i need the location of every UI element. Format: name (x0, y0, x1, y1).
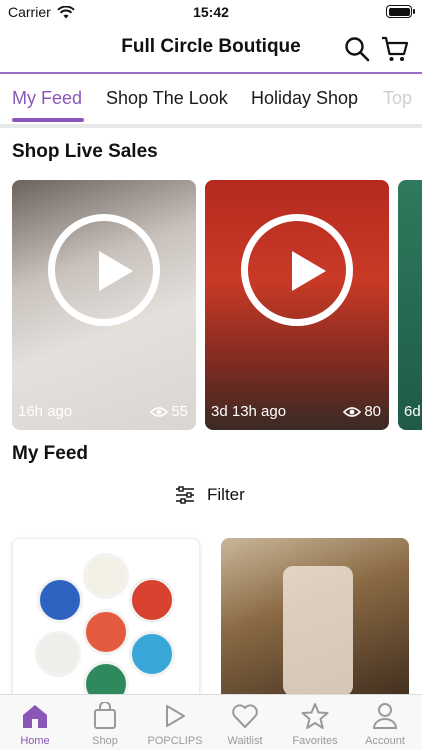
feed-item[interactable] (221, 538, 409, 708)
filter-button[interactable]: Filter (175, 485, 245, 505)
nav-label: Favorites (292, 735, 338, 747)
bottom-tab-bar: Home Shop POPCLIPS Waitlist Favorites Ac… (0, 694, 422, 750)
product-image (283, 566, 353, 696)
product-image (35, 631, 81, 677)
filter-icon (176, 486, 194, 504)
feed-heading: My Feed (12, 443, 89, 464)
filter-label: Filter (207, 485, 245, 504)
nav-popclips[interactable]: POPCLIPS (140, 701, 210, 747)
shopping-bag-icon (94, 702, 116, 729)
active-tab-indicator (12, 118, 84, 122)
feed-item[interactable] (12, 538, 200, 708)
card-time: 16h ago (18, 403, 73, 420)
product-image (129, 631, 175, 677)
battery-icon (386, 5, 415, 18)
product-image (129, 577, 175, 623)
tab-shop-the-look[interactable]: Shop The Look (106, 88, 228, 109)
views-label: 55 (171, 403, 188, 420)
eye-icon (343, 406, 362, 417)
eye-icon (150, 406, 169, 417)
cart-icon[interactable] (380, 34, 410, 64)
nav-label: Account (365, 735, 405, 747)
play-icon (166, 705, 185, 727)
view-count: 80 (343, 403, 381, 420)
view-count: 55 (150, 403, 188, 420)
nav-shop[interactable]: Shop (70, 701, 140, 747)
person-icon (372, 703, 398, 729)
live-sale-card[interactable]: 6d (398, 180, 422, 430)
status-time: 15:42 (193, 4, 229, 20)
product-image (37, 577, 83, 623)
nav-label: Home (20, 735, 50, 747)
live-sale-card[interactable]: 16h ago 55 (12, 180, 196, 430)
nav-label: Shop (92, 735, 118, 747)
nav-account[interactable]: Account (350, 701, 420, 747)
home-icon (23, 705, 47, 728)
tab-my-feed[interactable]: My Feed (12, 88, 82, 109)
nav-label: POPCLIPS (147, 735, 203, 747)
views-label: 80 (364, 403, 381, 420)
product-image (83, 609, 129, 655)
nav-label: Waitlist (227, 735, 263, 747)
product-image (83, 553, 129, 599)
tab-holiday-shop[interactable]: Holiday Shop (251, 88, 358, 109)
play-icon[interactable] (241, 214, 353, 326)
star-icon (301, 703, 329, 729)
card-time: 3d 13h ago (211, 403, 287, 420)
live-sales-carousel: 16h ago 55 3d 13h ago 80 6d (0, 180, 422, 432)
tab-top[interactable]: Top (383, 88, 412, 109)
heart-icon (232, 704, 258, 728)
card-time: 6d (404, 403, 421, 420)
category-tabs: My Feed Shop The Look Holiday Shop Top (0, 72, 422, 124)
nav-favorites[interactable]: Favorites (280, 701, 350, 747)
search-icon[interactable] (342, 34, 372, 64)
nav-home[interactable]: Home (0, 701, 70, 747)
live-sales-heading: Shop Live Sales (12, 141, 158, 162)
status-bar: Carrier 15:42 (0, 0, 422, 24)
play-icon[interactable] (48, 214, 160, 326)
app-header: Full Circle Boutique (0, 24, 422, 72)
live-sale-card[interactable]: 3d 13h ago 80 (205, 180, 389, 430)
tabs-divider (0, 124, 422, 128)
nav-waitlist[interactable]: Waitlist (210, 701, 280, 747)
